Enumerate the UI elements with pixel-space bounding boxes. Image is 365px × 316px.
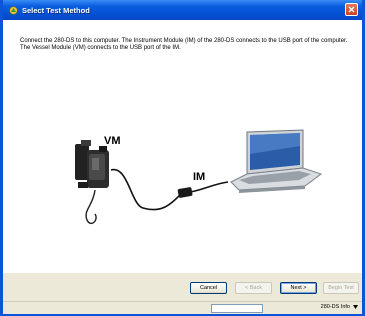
- window-title: Select Test Method: [22, 5, 90, 15]
- status-progress-field: [211, 304, 263, 313]
- content-area: Connect the 280-DS to this computer. The…: [3, 20, 362, 273]
- device-info-label: 280-DS Info: [320, 304, 350, 310]
- button-bar: Cancel < Back Next > Begin Test: [3, 273, 362, 301]
- usb-cable-im: [189, 181, 229, 193]
- vm-label: VM: [104, 135, 121, 147]
- app-icon: [9, 5, 18, 15]
- title-bar[interactable]: Select Test Method: [3, 0, 362, 20]
- im-label: IM: [193, 171, 205, 183]
- laptop-image: [230, 129, 323, 193]
- close-icon: [348, 6, 355, 13]
- begin-test-button[interactable]: Begin Test: [323, 282, 359, 294]
- vm-lower-cable: [85, 189, 97, 224]
- device-info-dropdown[interactable]: 280-DS Info: [321, 304, 358, 310]
- cancel-button[interactable]: Cancel: [190, 282, 227, 294]
- close-button[interactable]: [345, 3, 358, 16]
- next-button[interactable]: Next >: [280, 282, 317, 294]
- vessel-module-device: [75, 140, 109, 188]
- instrument-module-device: [177, 187, 193, 198]
- usb-cable-vm: [110, 169, 182, 211]
- dialog-window: Select Test Method Connect the 280-DS to…: [0, 0, 365, 316]
- back-button[interactable]: < Back: [235, 282, 272, 294]
- chevron-down-icon: [353, 305, 358, 309]
- instructions-text: Connect the 280-DS to this computer. The…: [20, 38, 348, 51]
- status-bar: 280-DS Info: [3, 301, 362, 314]
- connection-diagram: VM IM: [75, 129, 323, 224]
